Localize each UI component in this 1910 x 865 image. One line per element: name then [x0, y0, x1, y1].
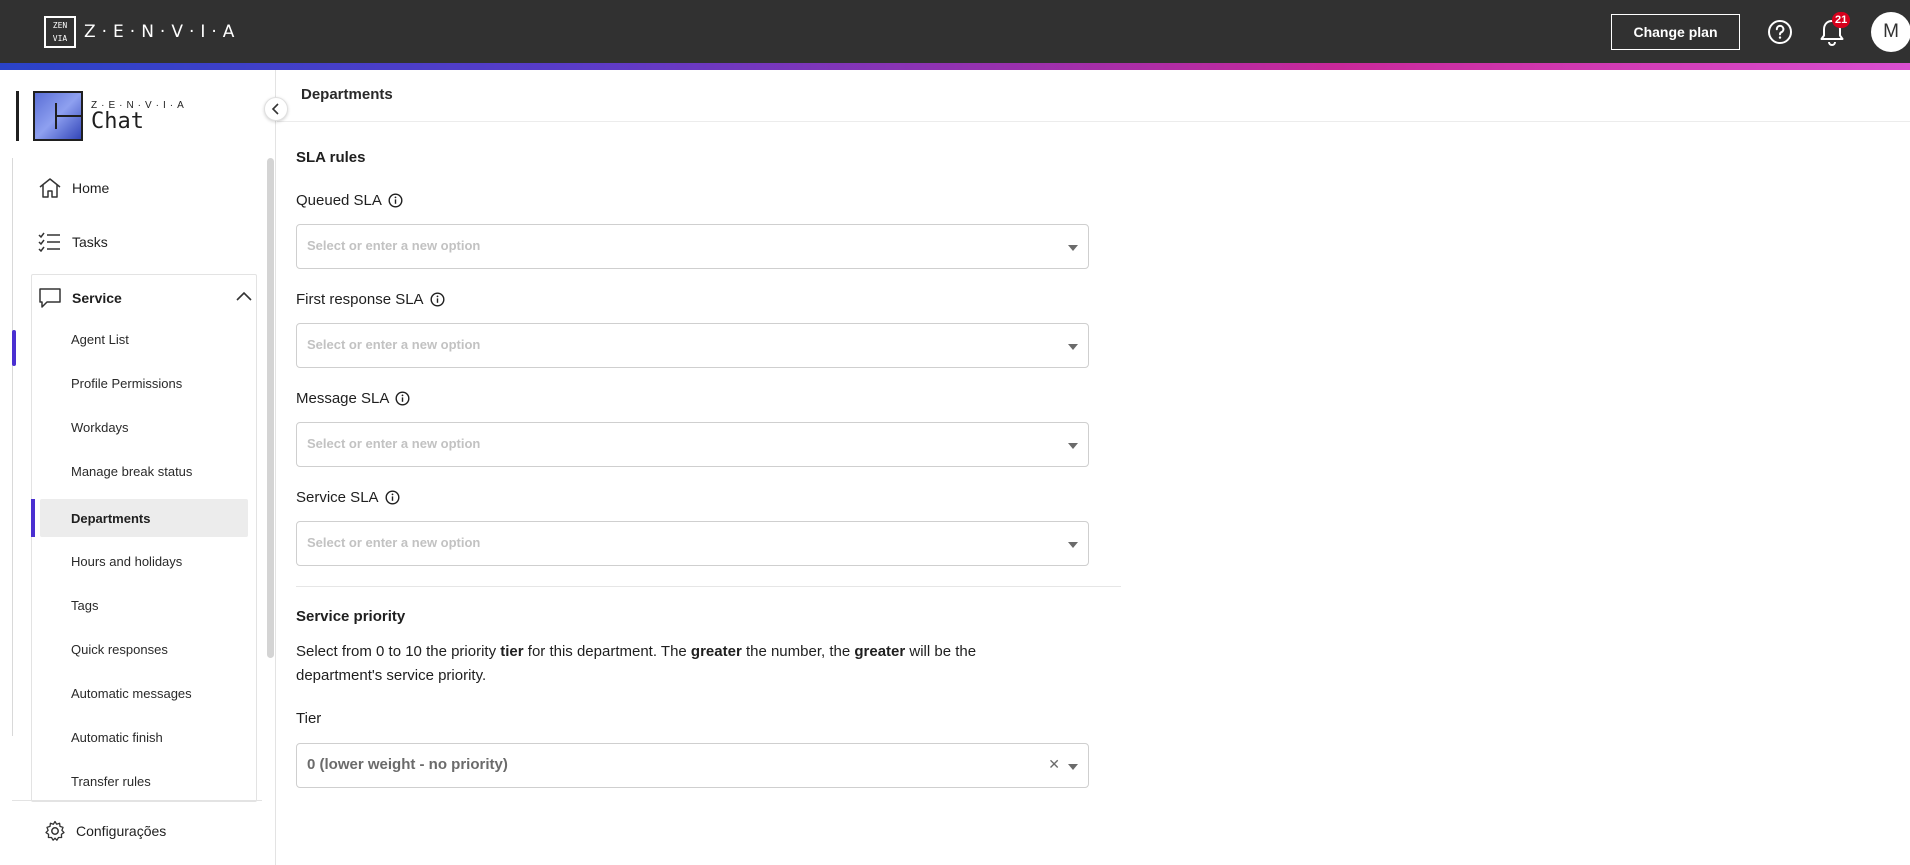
- logo-bar: [16, 91, 19, 141]
- sidebar-item-home-label: Home: [72, 180, 110, 196]
- service-sla-label: Service SLA: [296, 489, 400, 506]
- info-icon[interactable]: [388, 193, 403, 208]
- caret-down-icon: [1068, 764, 1078, 770]
- sidebar-item-settings-label: Configurações: [76, 823, 167, 839]
- help-icon[interactable]: [1767, 19, 1793, 45]
- top-bar-gradient-stripe: [0, 63, 1910, 70]
- chat-bubble-icon: [39, 288, 61, 308]
- first-response-sla-placeholder: Select or enter a new option: [307, 337, 481, 352]
- caret-down-icon: [1068, 245, 1078, 251]
- info-icon[interactable]: [385, 490, 400, 505]
- sidebar-item-manage-break-status[interactable]: Manage break status: [40, 452, 248, 490]
- sidebar-item-tags[interactable]: Tags: [40, 586, 248, 624]
- first-response-sla-select[interactable]: Select or enter a new option: [296, 323, 1089, 368]
- sidebar-item-automatic-finish[interactable]: Automatic finish: [40, 718, 248, 756]
- first-response-sla-label: First response SLA: [296, 291, 445, 308]
- message-sla-label: Message SLA: [296, 390, 410, 407]
- sidebar-item-workdays[interactable]: Workdays: [40, 408, 248, 446]
- tier-selected-value: 0 (lower weight - no priority): [307, 756, 508, 773]
- gear-icon: [45, 820, 65, 841]
- queued-sla-select[interactable]: Select or enter a new option: [296, 224, 1089, 269]
- sidebar: Z·E·N·V·I·A Chat Home Tasks Service Agen…: [0, 70, 288, 865]
- section-divider: [296, 586, 1121, 587]
- sidebar-item-hours-and-holidays[interactable]: Hours and holidays: [40, 542, 248, 580]
- chevron-left-icon: [271, 103, 279, 115]
- clear-selection-icon[interactable]: ✕: [1048, 756, 1060, 773]
- settings-divider: [12, 800, 262, 801]
- chat-logo-text: Z·E·N·V·I·A Chat: [91, 100, 188, 133]
- zenvia-logo[interactable]: ZEN VIA Z·E·N·V·I·A: [44, 16, 240, 48]
- queued-sla-placeholder: Select or enter a new option: [307, 238, 481, 253]
- change-plan-button[interactable]: Change plan: [1611, 14, 1740, 50]
- queued-sla-label-text: Queued SLA: [296, 192, 382, 209]
- service-sla-select[interactable]: Select or enter a new option: [296, 521, 1089, 566]
- zenvia-logo-mark: ZEN VIA: [44, 16, 76, 48]
- sla-rules-heading: SLA rules: [296, 149, 366, 166]
- sidebar-item-tasks[interactable]: Tasks: [38, 222, 108, 262]
- desc-text: the number, the: [741, 643, 855, 660]
- home-icon: [39, 178, 61, 198]
- zenvia-chat-logo[interactable]: Z·E·N·V·I·A Chat: [16, 90, 188, 142]
- notifications-count-badge: 21: [1832, 12, 1851, 28]
- desc-text: Select from 0 to 10 the priority: [296, 643, 501, 660]
- first-response-sla-label-text: First response SLA: [296, 291, 424, 308]
- sidebar-item-quick-responses[interactable]: Quick responses: [40, 630, 248, 668]
- top-bar: ZEN VIA Z·E·N·V·I·A Change plan 21 M: [0, 0, 1910, 63]
- tier-label: Tier: [296, 710, 322, 727]
- zenvia-logo-text: Z·E·N·V·I·A: [84, 22, 241, 42]
- nav-scroll-indicator: [12, 330, 16, 366]
- nav-frame-line: [12, 158, 16, 736]
- main-content: Departments SLA rules Queued SLA Select …: [277, 70, 1910, 865]
- service-priority-heading: Service priority: [296, 608, 406, 625]
- info-icon[interactable]: [430, 292, 445, 307]
- sidebar-item-transfer-rules[interactable]: Transfer rules: [40, 762, 248, 800]
- queued-sla-label: Queued SLA: [296, 192, 403, 209]
- caret-down-icon: [1068, 443, 1078, 449]
- tier-select[interactable]: 0 (lower weight - no priority) ✕: [296, 743, 1089, 788]
- sidebar-item-home[interactable]: Home: [38, 168, 109, 208]
- sidebar-item-agent-list[interactable]: Agent List: [40, 320, 248, 358]
- sidebar-item-profile-permissions[interactable]: Profile Permissions: [40, 364, 248, 402]
- sidebar-item-tasks-label: Tasks: [72, 234, 108, 250]
- chat-logo-product: Chat: [91, 108, 144, 134]
- active-item-indicator: [31, 499, 35, 537]
- desc-bold: tier: [500, 643, 524, 660]
- user-avatar[interactable]: M: [1871, 12, 1910, 52]
- service-sla-placeholder: Select or enter a new option: [307, 535, 481, 550]
- caret-down-icon: [1068, 542, 1078, 548]
- service-priority-description: Select from 0 to 10 the priority tier fo…: [296, 640, 1056, 688]
- desc-text: for this department. The: [523, 643, 691, 660]
- message-sla-label-text: Message SLA: [296, 390, 390, 407]
- chat-logo-image: [33, 91, 83, 141]
- caret-down-icon: [1068, 344, 1078, 350]
- sidebar-group-service[interactable]: Service: [38, 278, 253, 318]
- tasks-checklist-icon: [38, 232, 60, 252]
- page-header: Departments: [277, 70, 1910, 122]
- service-sla-label-text: Service SLA: [296, 489, 379, 506]
- sidebar-item-settings[interactable]: Configurações: [44, 814, 166, 848]
- collapse-sidebar-button[interactable]: [264, 97, 288, 121]
- sidebar-item-departments[interactable]: Departments: [40, 499, 248, 537]
- desc-bold: greater: [690, 643, 742, 660]
- desc-bold: greater: [854, 643, 906, 660]
- info-icon[interactable]: [395, 391, 410, 406]
- sidebar-item-automatic-messages[interactable]: Automatic messages: [40, 674, 248, 712]
- chevron-up-icon: [236, 291, 252, 301]
- sidebar-scrollbar-thumb[interactable]: [267, 158, 274, 658]
- page-title: Departments: [301, 86, 393, 103]
- sidebar-group-service-label: Service: [72, 290, 122, 306]
- message-sla-placeholder: Select or enter a new option: [307, 436, 481, 451]
- message-sla-select[interactable]: Select or enter a new option: [296, 422, 1089, 467]
